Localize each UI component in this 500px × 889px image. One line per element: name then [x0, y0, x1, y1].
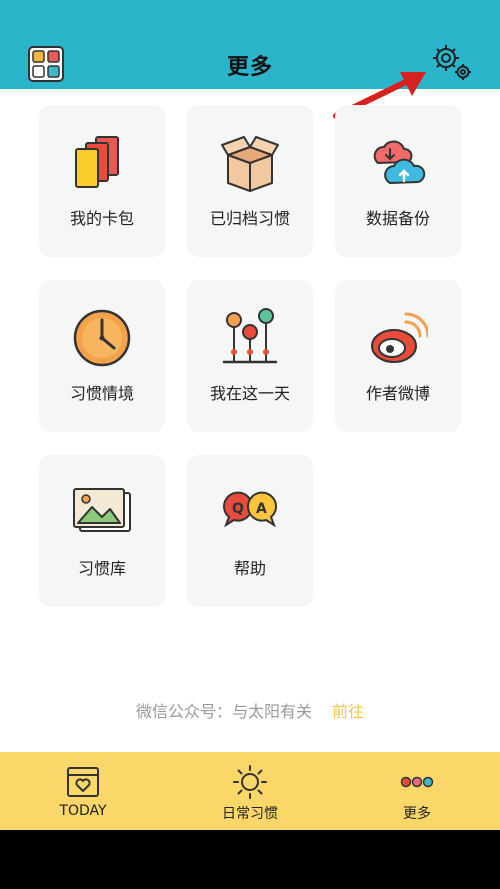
card-archived-habits[interactable]: 已归档习惯 — [187, 105, 313, 257]
sun-icon — [233, 765, 267, 799]
nav-tab-today[interactable]: TODAY — [0, 752, 166, 830]
card-label: 习惯库 — [77, 559, 126, 578]
nav-label: 更多 — [403, 806, 431, 822]
nav-tab-daily-habits[interactable]: 日常习惯 — [167, 752, 333, 830]
nav-label: 日常习惯 — [222, 806, 278, 822]
card-label: 我的卡包 — [69, 209, 134, 228]
card-habit-library[interactable]: 习惯库 — [39, 455, 165, 607]
card-my-cards[interactable]: 我的卡包 — [39, 105, 165, 257]
timeline-pins-icon — [222, 308, 278, 364]
app-screen: 更多 我的卡包 已归档习惯 数据备份 习惯情境 我在这一天 作者微博 习惯库 Q… — [0, 0, 500, 889]
card-label: 已归档习惯 — [209, 209, 290, 228]
clock-icon — [73, 309, 131, 367]
system-nav-bar — [0, 830, 500, 889]
bottom-navigation: TODAY 日常习惯 更多 — [0, 752, 500, 830]
weibo-icon — [371, 312, 428, 363]
svg-text:Q: Q — [232, 501, 244, 517]
card-help[interactable]: Q A 帮助 — [187, 455, 313, 607]
card-habit-context[interactable]: 习惯情境 — [39, 280, 165, 432]
card-data-backup[interactable]: 数据备份 — [335, 105, 461, 257]
goto-link[interactable]: 前往 — [332, 702, 364, 721]
archive-box-icon — [221, 136, 279, 192]
card-label: 习惯情境 — [69, 384, 134, 403]
picture-frame-icon — [73, 488, 131, 532]
svg-text:A: A — [256, 501, 267, 517]
wechat-account-text: 微信公众号：与太阳有关 — [135, 702, 312, 721]
cloud-sync-icon — [373, 140, 426, 185]
nav-tab-more[interactable]: 更多 — [334, 752, 500, 830]
settings-gear-icon[interactable] — [430, 42, 474, 82]
cards-icon — [75, 136, 119, 188]
card-on-this-day[interactable]: 我在这一天 — [187, 280, 313, 432]
card-label: 数据备份 — [365, 209, 430, 228]
card-label: 帮助 — [233, 559, 266, 578]
three-dots-icon — [400, 776, 434, 788]
card-label: 我在这一天 — [209, 384, 290, 403]
nav-label: TODAY — [59, 803, 107, 819]
wechat-official-account: 微信公众号：与太阳有关 前往 — [0, 698, 500, 722]
card-label: 作者微博 — [365, 384, 430, 403]
card-author-weibo[interactable]: 作者微博 — [335, 280, 461, 432]
calendar-heart-icon — [67, 767, 99, 797]
qa-bubbles-icon: Q A — [222, 491, 278, 528]
